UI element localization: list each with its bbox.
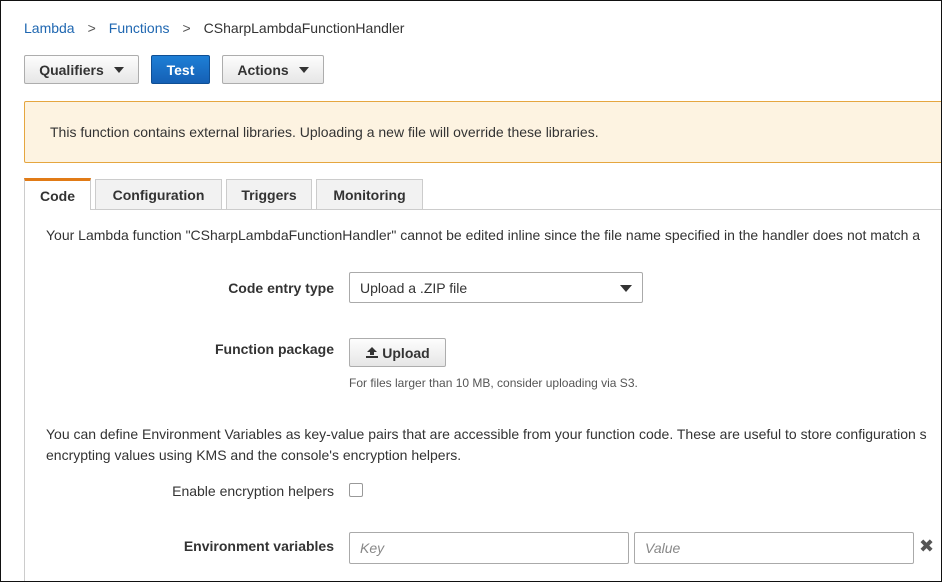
alert-message: This function contains external librarie… [50,124,599,140]
env-variables-label: Environment variables [183,538,334,554]
warning-alert: This function contains external librarie… [24,101,941,163]
lambda-console-window: Lambda > Functions > CSharpLambdaFunctio… [0,0,942,582]
encryption-helpers-label: Enable encryption helpers [172,483,334,499]
test-label: Test [166,61,195,78]
actions-label: Actions [237,61,289,78]
upload-label: Upload [382,344,430,361]
code-panel: Your Lambda function "CSharpLambdaFuncti… [24,210,941,581]
code-entry-type-value: Upload a .ZIP file [360,279,468,296]
function-package-label: Function package [214,341,334,357]
breadcrumb-current: CSharpLambdaFunctionHandler [203,20,405,36]
code-entry-type-select[interactable]: Upload a .ZIP file [349,272,643,303]
env-vars-description: You can define Environment Variables as … [46,424,927,466]
breadcrumb: Lambda > Functions > CSharpLambdaFunctio… [24,20,404,36]
tab-triggers[interactable]: Triggers [226,179,312,209]
upload-button[interactable]: Upload [349,338,446,367]
inline-edit-note: Your Lambda function "CSharpLambdaFuncti… [46,227,921,243]
upload-icon [366,347,379,358]
breadcrumb-lambda-link[interactable]: Lambda [24,20,75,36]
env-vars-description-line: You can define Environment Variables as … [46,426,927,442]
caret-down-icon [620,285,632,292]
remove-icon[interactable]: ✖ [919,536,934,557]
breadcrumb-separator: > [182,20,191,36]
tab-monitoring[interactable]: Monitoring [316,179,423,209]
breadcrumb-separator: > [87,20,96,36]
env-vars-description-line: encrypting values using KMS and the cons… [46,447,462,463]
code-entry-type-label: Code entry type [228,280,334,296]
caret-down-icon [298,66,309,73]
tab-code[interactable]: Code [24,178,91,210]
breadcrumb-functions-link[interactable]: Functions [109,20,170,36]
tab-bar: Code Configuration Triggers Monitoring [24,178,941,210]
test-button[interactable]: Test [151,55,210,84]
upload-help-text: For files larger than 10 MB, consider up… [349,376,638,390]
env-value-input[interactable]: Value [634,532,914,564]
tab-configuration[interactable]: Configuration [95,179,222,209]
actions-button[interactable]: Actions [222,55,324,84]
qualifiers-button[interactable]: Qualifiers [24,55,139,84]
env-key-input[interactable]: Key [349,532,629,564]
qualifiers-label: Qualifiers [39,61,104,78]
caret-down-icon [113,66,124,73]
encryption-helpers-checkbox[interactable] [349,483,363,497]
